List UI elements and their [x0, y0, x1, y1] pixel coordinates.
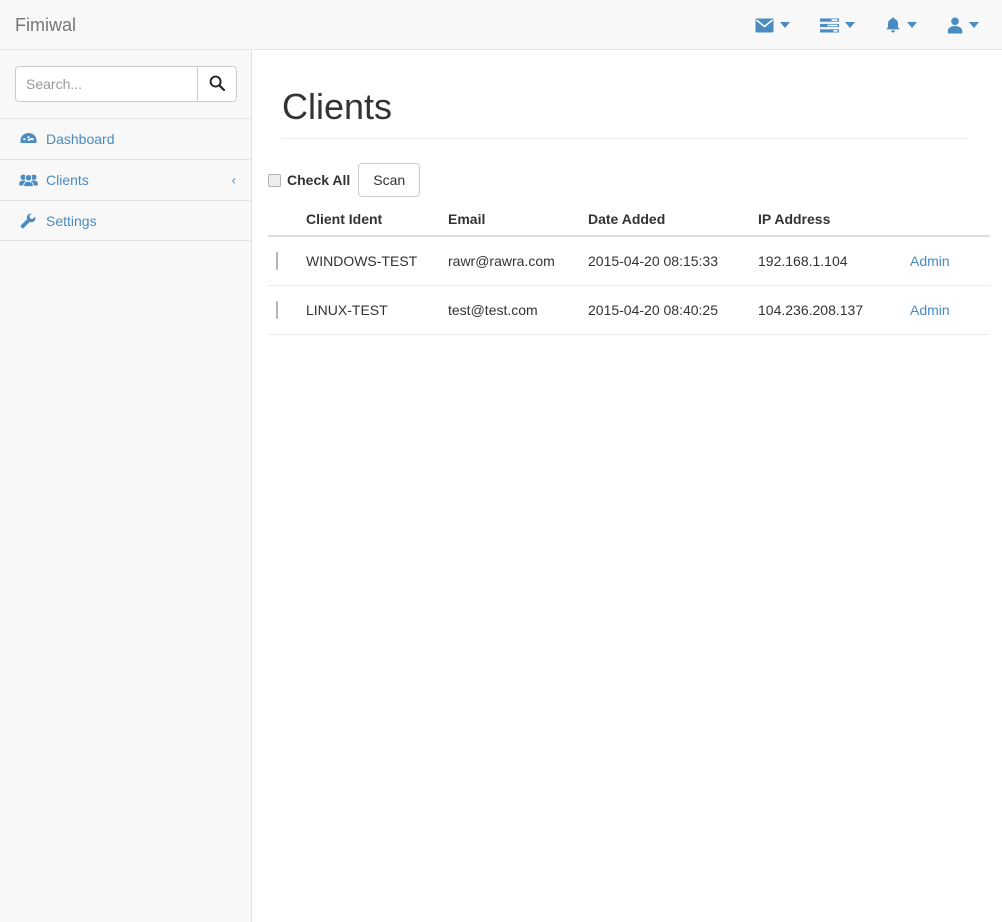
cell-ip-address: 192.168.1.104: [758, 236, 910, 286]
row-checkbox[interactable]: [276, 252, 278, 270]
alerts-dropdown[interactable]: [870, 0, 932, 50]
chevron-down-icon: [845, 22, 855, 28]
column-header-ip-address: IP Address: [758, 203, 910, 237]
wrench-icon: [18, 212, 38, 229]
table-head: Client Ident Email Date Added IP Address: [268, 203, 990, 237]
main-content: Clients Check All Scan Client Ident Emai…: [253, 50, 1002, 922]
sidebar-item-dashboard[interactable]: Dashboard: [0, 118, 252, 159]
column-header-client-ident: Client Ident: [306, 203, 448, 237]
cell-ip-address: 104.236.208.137: [758, 285, 910, 335]
sidebar-nav: Dashboard Clients ‹ Settings: [0, 118, 252, 241]
cell-date-added: 2015-04-20 08:15:33: [588, 236, 758, 286]
envelope-icon: [755, 18, 774, 33]
dashboard-icon: [18, 132, 38, 146]
chevron-down-icon: [907, 22, 917, 28]
top-navbar: Fimiwal: [0, 0, 1002, 50]
title-divider: [282, 138, 968, 139]
cell-action: Admin: [910, 285, 990, 335]
app-root: Fimiwal Search... Dashboard Clients ‹ Se…: [0, 0, 1002, 922]
sidebar-item-label: Dashboard: [46, 131, 115, 147]
tasks-icon: [820, 18, 839, 33]
clients-table: Client Ident Email Date Added IP Address…: [268, 203, 990, 335]
sidebar: Dashboard Clients ‹: [0, 50, 252, 922]
cell-email: test@test.com: [448, 285, 588, 335]
column-header-email: Email: [448, 203, 588, 237]
search-button[interactable]: [197, 66, 237, 102]
admin-link[interactable]: Admin: [910, 253, 950, 269]
table-row[interactable]: WINDOWS-TEST rawr@rawra.com 2015-04-20 0…: [268, 236, 990, 286]
cell-client-ident: LINUX-TEST: [306, 285, 448, 335]
column-header-date-added: Date Added: [588, 203, 758, 237]
sidebar-item-label: Settings: [46, 212, 97, 229]
search-input[interactable]: [15, 66, 197, 102]
table-header-row: Client Ident Email Date Added IP Address: [268, 203, 990, 237]
search-icon: [209, 75, 226, 94]
cell-client-ident: WINDOWS-TEST: [306, 236, 448, 286]
chevron-down-icon: [969, 22, 979, 28]
check-all-checkbox[interactable]: [268, 173, 281, 187]
users-icon: [18, 173, 38, 187]
sidebar-item-clients[interactable]: Clients ‹: [0, 159, 252, 200]
user-icon: [947, 17, 963, 34]
cell-action: Admin: [910, 236, 990, 286]
navbar-right-menu: [740, 0, 994, 50]
row-select-cell: [268, 285, 306, 335]
brand-title[interactable]: Fimiwal: [15, 0, 76, 50]
check-all-label[interactable]: Check All: [287, 172, 350, 188]
table-body: WINDOWS-TEST rawr@rawra.com 2015-04-20 0…: [268, 236, 990, 335]
clients-table-wrapper: Client Ident Email Date Added IP Address…: [268, 203, 990, 335]
sidebar-search: [15, 66, 237, 102]
row-select-cell: [268, 236, 306, 286]
tasks-dropdown[interactable]: [805, 0, 870, 50]
scan-button[interactable]: Scan: [358, 163, 421, 197]
admin-link[interactable]: Admin: [910, 302, 950, 318]
cell-date-added: 2015-04-20 08:40:25: [588, 285, 758, 335]
sidebar-item-settings[interactable]: Settings: [0, 200, 252, 241]
cell-email: rawr@rawra.com: [448, 236, 588, 286]
chevron-down-icon: [780, 22, 790, 28]
chevron-left-icon[interactable]: ‹: [232, 173, 236, 188]
table-toolbar: Check All Scan: [268, 163, 421, 197]
user-dropdown[interactable]: [932, 0, 994, 50]
messages-dropdown[interactable]: [740, 0, 805, 50]
bell-icon: [885, 17, 901, 34]
column-header-select: [268, 203, 306, 237]
row-checkbox[interactable]: [276, 301, 278, 319]
column-header-actions: [910, 203, 990, 237]
table-row[interactable]: LINUX-TEST test@test.com 2015-04-20 08:4…: [268, 285, 990, 335]
page-title: Clients: [282, 86, 393, 127]
sidebar-item-label: Clients: [46, 172, 89, 188]
